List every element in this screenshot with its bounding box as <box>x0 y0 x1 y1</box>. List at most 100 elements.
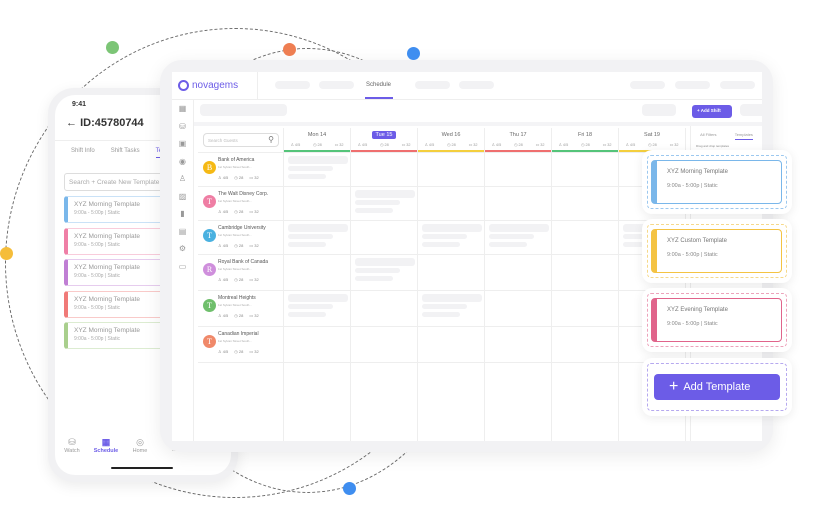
calendar-icon: ▭ <box>468 143 473 147</box>
header-placeholder[interactable] <box>720 81 755 89</box>
nav-home[interactable]: ◎ Home <box>123 437 157 454</box>
toolbar-placeholder[interactable] <box>642 104 676 116</box>
floating-template[interactable]: XYZ Evening Template 9:00a - 5:00p | Stat… <box>642 288 792 352</box>
stat-hours: ◷ 28 <box>234 243 243 248</box>
shift-placeholder[interactable] <box>355 268 400 273</box>
image-icon[interactable]: ▨ <box>172 188 193 206</box>
back-arrow-icon[interactable]: ← <box>66 117 77 129</box>
day-name: Mon 14 <box>307 132 327 138</box>
guest-name: Bank of America <box>218 157 255 163</box>
day-stats: ♙ 4/5 ◷ 28 ▭ 32 <box>418 142 484 147</box>
day-header[interactable]: Tue 15 ♙ 4/5 ◷ 28 ▭ 32 <box>351 128 417 152</box>
shift-placeholder[interactable] <box>422 312 460 317</box>
shift-placeholder[interactable] <box>288 166 333 171</box>
shift-placeholder[interactable] <box>422 224 482 232</box>
nav-placeholder[interactable] <box>275 81 310 89</box>
template-card[interactable]: XYZ Evening Template 9:00a - 5:00p | Stat… <box>651 298 782 342</box>
gear-icon[interactable]: ⚙ <box>172 240 193 258</box>
day-label: Wed 16 <box>418 132 484 138</box>
panel-tab[interactable]: Templates <box>734 132 753 140</box>
shift-placeholder[interactable] <box>288 242 326 247</box>
add-shift-button[interactable]: + Add Shift <box>692 105 732 118</box>
shift-placeholder[interactable] <box>422 234 467 239</box>
brand-name: novagems <box>192 80 239 91</box>
calendar-icon: ▭ <box>669 143 674 147</box>
add-template-button[interactable]: + Add Template <box>654 374 780 400</box>
stat-shifts: ▭ 32 <box>249 209 258 214</box>
toolbar-placeholder[interactable] <box>200 104 287 116</box>
user-icon: ♙ <box>218 243 222 248</box>
shift-placeholder[interactable] <box>288 312 326 317</box>
template-time: 9:00a - 5:00p | Static <box>667 252 718 258</box>
brand-logo[interactable]: novagems <box>178 80 238 91</box>
shift-placeholder[interactable] <box>422 242 460 247</box>
shift-id-title: ← ID:45780744 <box>66 117 144 129</box>
floating-template[interactable]: XYZ Morning Template 9:00a - 5:00p | Stat… <box>642 150 792 214</box>
shift-placeholder[interactable] <box>355 200 400 205</box>
shift-placeholder[interactable] <box>489 234 534 239</box>
shift-placeholder[interactable] <box>355 258 415 266</box>
nav-placeholder[interactable] <box>415 81 450 89</box>
stat-value: 28 <box>585 143 590 147</box>
day-header[interactable]: Sat 19 ♙ 4/5 ◷ 28 ▭ 32 <box>619 128 685 152</box>
clock-icon: ◷ <box>581 143 585 147</box>
shift-placeholder[interactable] <box>489 224 549 232</box>
stat-value: 32 <box>339 143 344 147</box>
stat-value: 4/5 <box>562 143 569 147</box>
phone-tab[interactable]: Shift Tasks <box>111 148 140 158</box>
header-placeholder[interactable] <box>675 81 710 89</box>
briefcase-icon[interactable]: ▤ <box>172 223 193 241</box>
shift-placeholder[interactable] <box>355 276 393 281</box>
guest-address: 1st Sylvan Street South... <box>218 233 252 237</box>
stat-value: 4/5 <box>222 209 229 214</box>
floating-template[interactable]: XYZ Custom Template 9:00a - 5:00p | Stati… <box>642 219 792 283</box>
panel-tab[interactable]: All Filters <box>700 132 716 140</box>
day-header[interactable]: Mon 14 ♙ 4/5 ◷ 28 ▭ 32 <box>284 128 350 152</box>
calendar-icon: ▭ <box>249 277 254 282</box>
shift-placeholder[interactable] <box>422 304 467 309</box>
shift-placeholder[interactable] <box>355 190 415 198</box>
nav-schedule[interactable]: ▦ Schedule <box>89 437 123 454</box>
home-indicator <box>111 467 173 469</box>
shift-placeholder[interactable] <box>288 304 333 309</box>
header-placeholder[interactable] <box>630 81 665 89</box>
stat-value: 4/5 <box>222 349 229 354</box>
guest-name: Canadian Imperial <box>218 331 259 337</box>
nav-placeholder[interactable] <box>319 81 354 89</box>
user-icon: ♙ <box>625 143 629 147</box>
day-header[interactable]: Thu 17 ♙ 4/5 ◷ 28 ▭ 32 <box>485 128 551 152</box>
shift-placeholder[interactable] <box>489 242 527 247</box>
stat-shifts: ▭ 32 <box>249 313 258 318</box>
clock-icon: ◷ <box>313 143 317 147</box>
stat-hours: ◷ 28 <box>234 209 243 214</box>
day-name: Thu 17 <box>509 132 527 138</box>
search-guests-input[interactable]: Search Guests ⚲ <box>203 133 279 147</box>
shift-placeholder[interactable] <box>288 224 348 232</box>
template-card[interactable]: XYZ Morning Template 9:00a - 5:00p | Stat… <box>651 160 782 204</box>
toolbar-placeholder[interactable] <box>740 104 762 116</box>
day-header[interactable]: Wed 16 ♙ 4/5 ◷ 28 ▭ 32 <box>418 128 484 152</box>
shift-placeholder[interactable] <box>288 156 348 164</box>
calendar-icon[interactable]: ▣ <box>172 135 193 153</box>
nav-schedule[interactable]: Schedule <box>366 82 391 88</box>
phone-tab[interactable]: Shift Info <box>71 148 95 158</box>
shift-placeholder[interactable] <box>355 208 393 213</box>
shift-placeholder[interactable] <box>288 294 348 302</box>
search-icon[interactable]: ⚲ <box>268 135 274 144</box>
shift-placeholder[interactable] <box>288 234 333 239</box>
grid-icon[interactable]: ▦ <box>172 100 193 118</box>
shift-placeholder[interactable] <box>422 294 482 302</box>
template-card[interactable]: XYZ Custom Template 9:00a - 5:00p | Stati… <box>651 229 782 273</box>
chart-icon[interactable]: ▮ <box>172 205 193 223</box>
day-header[interactable]: Fri 18 ♙ 4/5 ◷ 28 ▭ 32 <box>552 128 618 152</box>
calendar-icon: ▭ <box>401 143 406 147</box>
nav-placeholder[interactable] <box>459 81 494 89</box>
chat-icon[interactable]: ▭ <box>172 258 193 276</box>
shift-placeholder[interactable] <box>288 174 326 179</box>
binoculars-icon[interactable]: ⛁ <box>172 118 193 136</box>
user-icon[interactable]: ♙ <box>172 170 193 188</box>
calendar-icon: ▦ <box>101 437 111 447</box>
guest-address: 1st Sylvan Street South... <box>218 199 252 203</box>
location-icon[interactable]: ◉ <box>172 153 193 171</box>
nav-watch[interactable]: ⛁ Watch <box>55 437 89 454</box>
